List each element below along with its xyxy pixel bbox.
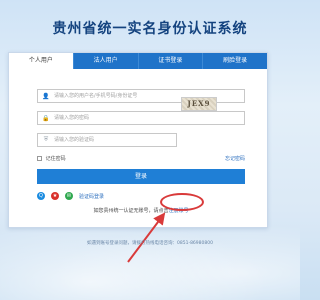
- tab-certificate-login[interactable]: 证书登录: [137, 53, 203, 69]
- sms-icon: ✉: [65, 192, 73, 200]
- remember-label: 记住密码: [45, 156, 66, 162]
- password-input[interactable]: [52, 112, 244, 124]
- captcha-image[interactable]: JEX9: [181, 97, 217, 111]
- site-title: 贵州省统一实名身份认证系统: [52, 21, 248, 37]
- remember-row: 记住密码 忘记密码: [37, 155, 245, 165]
- shield-icon: ⛨: [43, 136, 49, 143]
- captcha-field: ⛨: [37, 133, 177, 147]
- login-card: 个人用户 法人用户 证书登录 刷脸登录 👤 🔒 ⛨ 记住密码 忘记密码 登录 Q…: [8, 52, 268, 228]
- sms-login-link[interactable]: 验证码登录: [79, 193, 104, 200]
- annotation-highlight-circle: [160, 193, 204, 211]
- tab-face-login[interactable]: 刷脸登录: [202, 53, 267, 69]
- login-tabs: 个人用户 法人用户 证书登录 刷脸登录: [9, 53, 267, 69]
- tab-legal-entity[interactable]: 法人用户: [72, 53, 138, 69]
- emblem-icon[interactable]: ★: [51, 192, 59, 200]
- captcha-input[interactable]: [52, 134, 176, 146]
- login-button[interactable]: 登录: [37, 169, 245, 184]
- register-prefix: 如您贵州统一认证无账号，请点击: [93, 208, 169, 214]
- register-row: 如您贵州统一认证无账号，请点击注册账号: [37, 207, 245, 217]
- forgot-password-link[interactable]: 忘记密码: [225, 155, 245, 162]
- qq-icon[interactable]: Q: [37, 192, 45, 200]
- remember-checkbox[interactable]: [37, 156, 42, 161]
- footer-text: 如遇到账号登录问题，请拨打热线电话咨询：0851-86980800: [87, 241, 213, 246]
- lock-icon: 🔒: [42, 114, 50, 122]
- password-field: 🔒: [37, 111, 245, 125]
- alt-login-row: Q ★ ✉ 验证码登录: [37, 191, 245, 201]
- tab-personal-user[interactable]: 个人用户: [9, 53, 73, 69]
- user-icon: 👤: [42, 92, 50, 100]
